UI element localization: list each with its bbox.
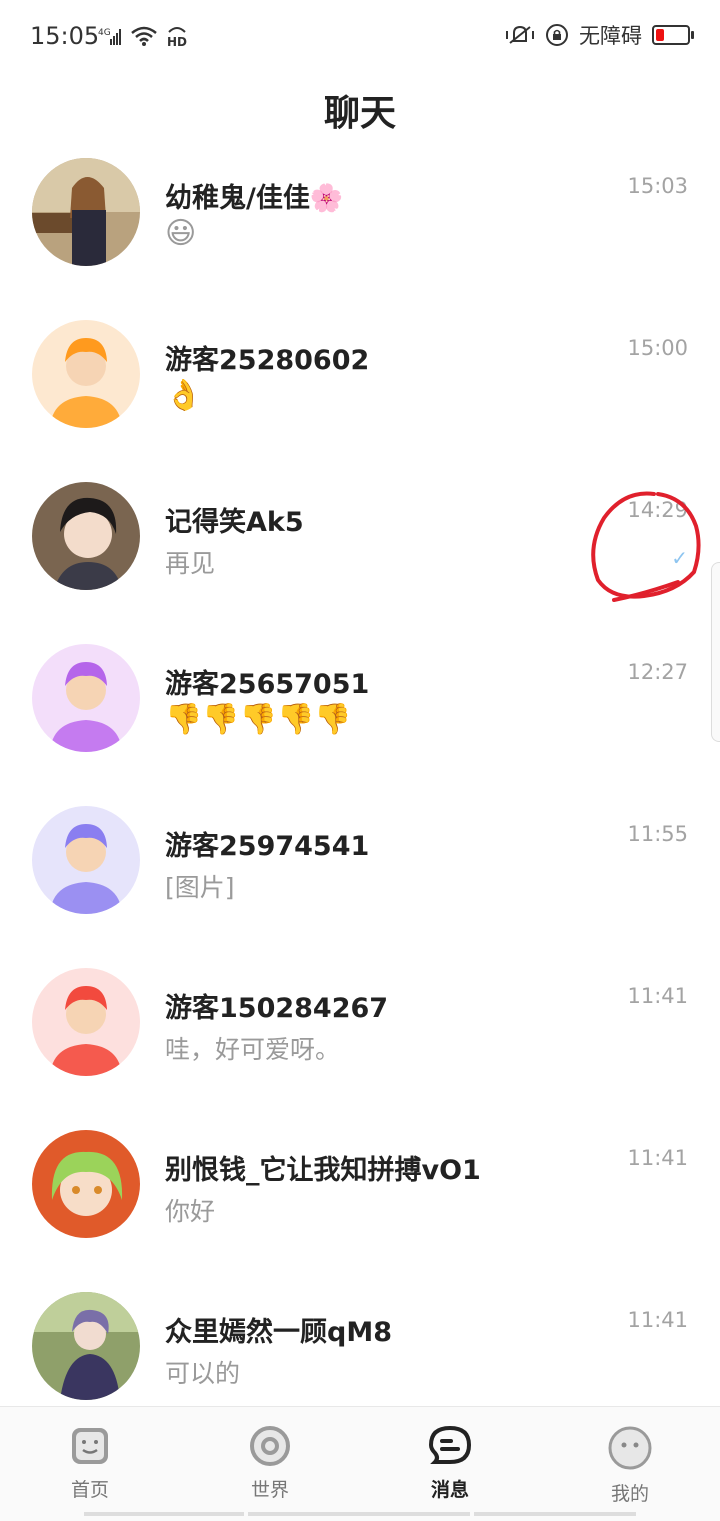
chat-item[interactable]: 游客150284267 哇，好可爱呀。 11:41 xyxy=(0,962,720,1124)
tab-profile[interactable]: 我的 xyxy=(570,1425,690,1506)
page-title: 聊天 xyxy=(323,93,396,134)
status-bar: 15:05 4G HD 无障碍 xyxy=(0,0,720,76)
tab-indicator xyxy=(474,1512,636,1516)
chat-time: 15:03 xyxy=(627,174,688,198)
chat-name: 别恨钱_它让我知拼搏vO1 xyxy=(165,1155,481,1186)
avatar[interactable] xyxy=(32,1292,140,1400)
chat-list[interactable]: 幼稚鬼/佳佳🌸 😃 15:03 游客25280602 👌 15:00 记得笑Ak… xyxy=(0,152,720,1448)
avatar[interactable] xyxy=(32,320,140,428)
status-time: 15:05 xyxy=(30,22,100,50)
tab-messages[interactable]: 消息 xyxy=(390,1425,510,1502)
tab-label: 消息 xyxy=(430,1479,469,1501)
chat-name: 众里嫣然一顾qM8 xyxy=(165,1317,392,1348)
chat-preview: 哇，好可爱呀。 xyxy=(165,1035,341,1064)
signal-icon: 4G xyxy=(98,28,121,45)
wifi-icon xyxy=(131,26,157,46)
chat-time: 12:27 xyxy=(627,660,688,684)
hd-icon: HD xyxy=(167,27,187,48)
battery-icon xyxy=(652,25,694,45)
chat-time: 11:41 xyxy=(627,984,688,1008)
chat-preview: [图片] xyxy=(165,873,235,902)
message-icon xyxy=(428,1425,472,1464)
chat-preview: 再见 xyxy=(165,549,216,578)
chat-name: 游客25657051 xyxy=(165,669,370,700)
bottom-tab-bar: 首页 世界 消息 我的 xyxy=(0,1406,720,1521)
tab-label: 我的 xyxy=(610,1483,649,1505)
chat-time: 15:00 xyxy=(627,336,688,360)
chat-time: 11:55 xyxy=(627,822,688,846)
chat-name: 游客150284267 xyxy=(165,993,389,1024)
avatar[interactable] xyxy=(32,644,140,752)
world-icon xyxy=(250,1426,290,1466)
rotation-lock-icon xyxy=(546,24,568,46)
read-check-icon: ✓ xyxy=(671,546,688,570)
mute-vibrate-icon xyxy=(506,25,534,44)
chat-name: 游客25974541 xyxy=(165,831,370,862)
chat-item[interactable]: 别恨钱_它让我知拼搏vO1 你好 11:41 xyxy=(0,1124,720,1286)
avatar[interactable] xyxy=(32,158,140,266)
chat-time: 14:29 xyxy=(627,498,688,522)
tab-indicator xyxy=(84,1512,244,1516)
side-edge-handle[interactable] xyxy=(711,562,720,742)
avatar[interactable] xyxy=(32,968,140,1076)
accessibility-label: 无障碍 xyxy=(579,24,642,48)
tab-label: 首页 xyxy=(70,1479,109,1501)
chat-time: 11:41 xyxy=(627,1308,688,1332)
svg-text:4G: 4G xyxy=(98,28,111,38)
status-right: 无障碍 xyxy=(505,20,694,50)
chat-preview: 👎👎👎👎👎 xyxy=(165,702,352,737)
tab-home[interactable]: 首页 xyxy=(30,1425,150,1502)
chat-preview: 你好 xyxy=(165,1197,216,1226)
chat-item[interactable]: 记得笑Ak5 再见 14:29 ✓ xyxy=(0,476,720,638)
chat-preview: 👌 xyxy=(165,378,203,413)
profile-icon xyxy=(608,1426,652,1470)
chat-time: 11:41 xyxy=(627,1146,688,1170)
avatar[interactable] xyxy=(32,1130,140,1238)
avatar[interactable] xyxy=(32,806,140,914)
chat-item[interactable]: 游客25974541 [图片] 11:55 xyxy=(0,800,720,962)
chat-item[interactable]: 游客25657051 👎👎👎👎👎 12:27 xyxy=(0,638,720,800)
chat-name: 游客25280602 xyxy=(165,345,370,376)
chat-name: 幼稚鬼/佳佳🌸 xyxy=(165,183,344,214)
chat-preview: 😃 xyxy=(165,216,197,251)
tab-world[interactable]: 世界 xyxy=(210,1425,330,1502)
avatar[interactable] xyxy=(32,482,140,590)
chat-item[interactable]: 幼稚鬼/佳佳🌸 😃 15:03 xyxy=(0,152,720,314)
chat-name: 记得笑Ak5 xyxy=(165,507,304,538)
battery-level xyxy=(656,29,664,41)
tab-label: 世界 xyxy=(250,1479,289,1501)
tab-indicator xyxy=(248,1512,470,1516)
home-icon xyxy=(72,1428,108,1464)
svg-text:HD: HD xyxy=(167,35,187,48)
chat-preview: 可以的 xyxy=(165,1359,241,1388)
status-left-icons: 4G HD xyxy=(98,24,188,48)
chat-item[interactable]: 游客25280602 👌 15:00 xyxy=(0,314,720,476)
